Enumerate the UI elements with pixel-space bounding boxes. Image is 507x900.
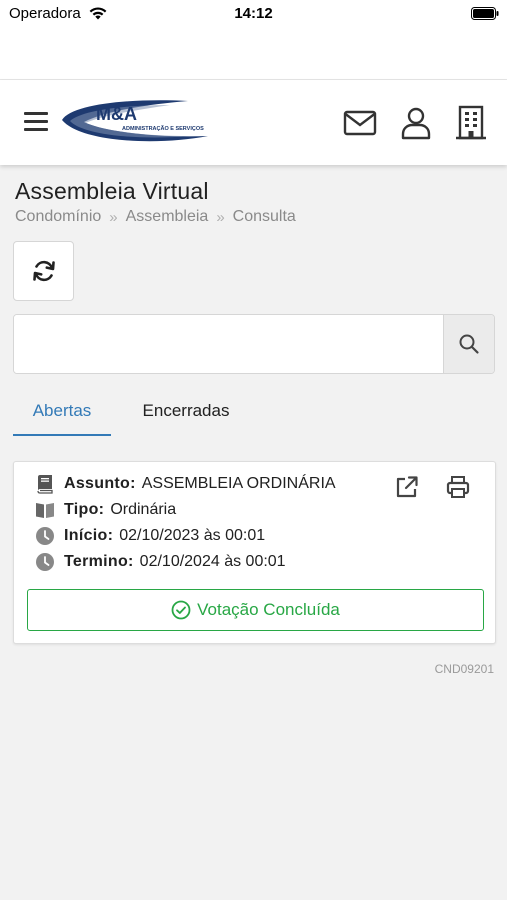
assunto-row: Assunto: ASSEMBLEIA ORDINÁRIA bbox=[35, 474, 336, 494]
external-link-icon[interactable] bbox=[394, 474, 420, 500]
open-book-icon bbox=[36, 503, 54, 518]
tab-abertas[interactable]: Abertas bbox=[13, 392, 111, 436]
screen-code: CND09201 bbox=[434, 662, 494, 676]
refresh-icon bbox=[32, 260, 55, 282]
app-header: M&A ADMINISTRAÇÃO E SERVIÇOS bbox=[0, 80, 507, 165]
inicio-row: Início: 02/10/2023 às 00:01 bbox=[35, 526, 265, 546]
breadcrumb-item[interactable]: Condomínio bbox=[15, 208, 101, 226]
termino-value: 02/10/2024 às 00:01 bbox=[139, 553, 286, 570]
vote-status-label: Votação Concluída bbox=[197, 600, 340, 619]
page-title: Assembleia Virtual bbox=[15, 178, 209, 204]
vote-status-button[interactable]: Votação Concluída bbox=[27, 589, 484, 631]
termino-label: Termino: bbox=[64, 553, 134, 570]
tab-encerradas[interactable]: Encerradas bbox=[111, 392, 261, 436]
clock-icon bbox=[36, 527, 54, 545]
status-bar: Operadora 14:12 bbox=[0, 0, 507, 80]
clock: 14:12 bbox=[234, 5, 273, 22]
clock-icon bbox=[36, 553, 54, 571]
building-icon[interactable] bbox=[453, 105, 489, 141]
search-bar bbox=[13, 314, 495, 374]
logo-text: M&A bbox=[96, 104, 137, 124]
search-icon bbox=[459, 334, 479, 354]
battery-icon bbox=[471, 7, 499, 20]
assunto-label: Assunto: bbox=[64, 475, 136, 492]
search-button[interactable] bbox=[443, 315, 494, 373]
tipo-row: Tipo: Ordinária bbox=[35, 500, 176, 520]
search-input[interactable] bbox=[14, 315, 443, 373]
assunto-value: ASSEMBLEIA ORDINÁRIA bbox=[141, 475, 336, 492]
chevrons-right-icon: » bbox=[216, 208, 225, 226]
menu-icon[interactable] bbox=[24, 112, 48, 134]
mail-icon[interactable] bbox=[342, 105, 378, 141]
inicio-value: 02/10/2023 às 00:01 bbox=[119, 527, 266, 544]
book-icon bbox=[37, 475, 53, 494]
logo-subtitle: ADMINISTRAÇÃO E SERVIÇOS bbox=[122, 125, 204, 132]
chevrons-right-icon: » bbox=[109, 208, 118, 226]
refresh-button[interactable] bbox=[13, 241, 74, 301]
assembly-card: Assunto: ASSEMBLEIA ORDINÁRIA Tipo: Ordi… bbox=[13, 461, 496, 644]
breadcrumb: Condomínio » Assembleia » Consulta bbox=[15, 208, 296, 226]
tabs: Abertas Encerradas bbox=[13, 392, 261, 436]
breadcrumb-item[interactable]: Assembleia bbox=[126, 208, 209, 226]
print-icon[interactable] bbox=[445, 474, 471, 500]
check-circle-icon bbox=[171, 600, 191, 620]
tipo-value: Ordinária bbox=[110, 501, 177, 518]
company-logo: M&A ADMINISTRAÇÃO E SERVIÇOS bbox=[60, 96, 212, 146]
breadcrumb-item: Consulta bbox=[232, 208, 296, 225]
inicio-label: Início: bbox=[64, 527, 114, 544]
tipo-label: Tipo: bbox=[64, 501, 105, 518]
termino-row: Termino: 02/10/2024 às 00:01 bbox=[35, 552, 286, 572]
user-icon[interactable] bbox=[398, 105, 434, 141]
